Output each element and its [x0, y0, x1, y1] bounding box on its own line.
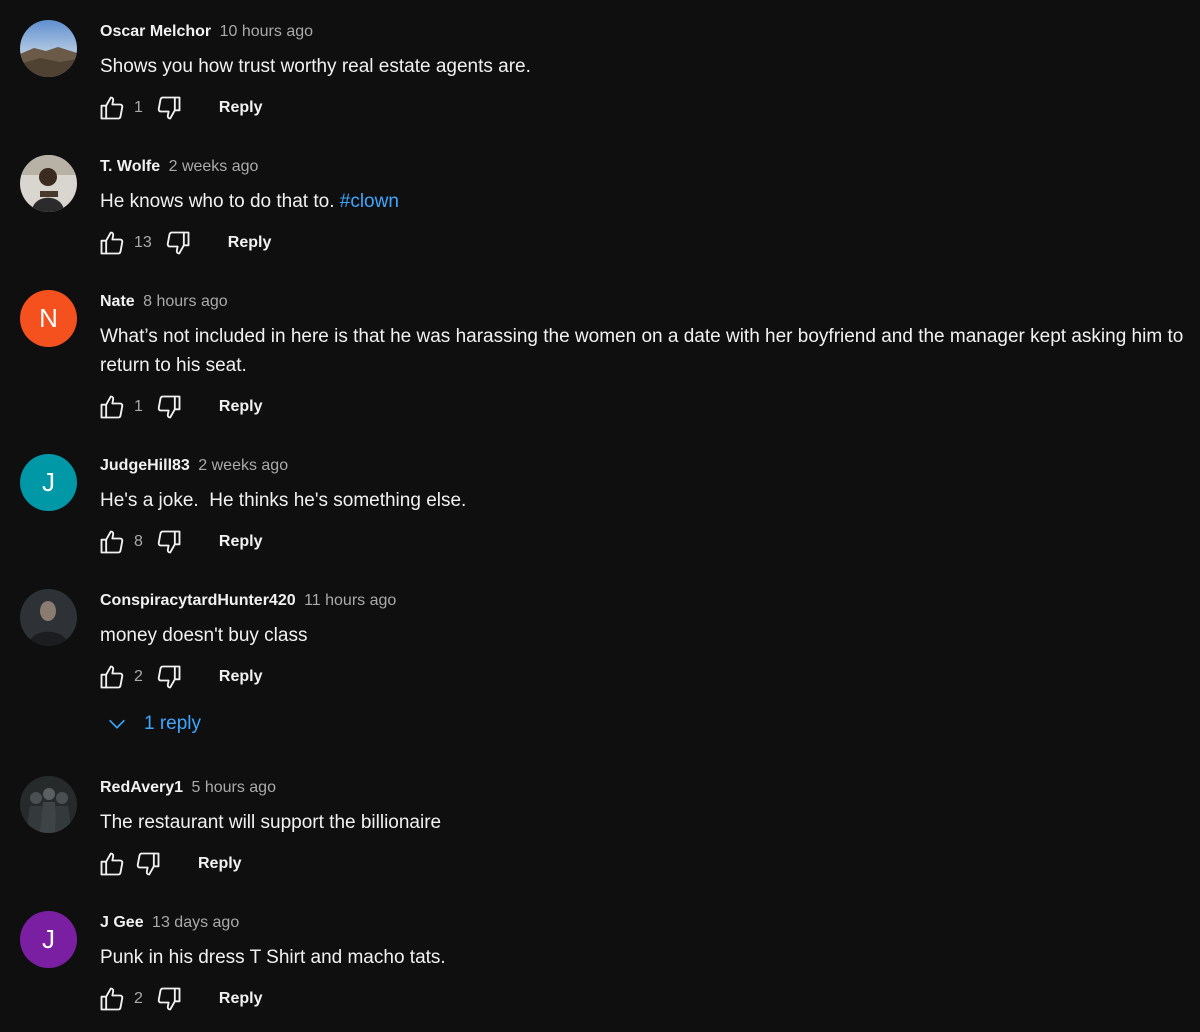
dislike-button[interactable] — [155, 985, 183, 1013]
dislike-button[interactable] — [155, 393, 183, 421]
replies-count: 1 reply — [144, 713, 202, 734]
comment-time[interactable]: 2 weeks ago — [198, 457, 288, 474]
person-photo-avatar-icon — [20, 589, 77, 646]
comment-author[interactable]: Oscar Melchor — [100, 23, 211, 40]
comment-text-body: He knows who to do that to. — [100, 191, 335, 212]
group-photo-avatar-icon — [20, 776, 77, 833]
comment-time[interactable]: 2 weeks ago — [169, 158, 259, 175]
like-count: 13 — [134, 234, 152, 251]
comment-text: Shows you how trust worthy real estate a… — [100, 56, 531, 77]
like-count: 8 — [134, 533, 143, 550]
avatar[interactable] — [20, 155, 77, 212]
like-button[interactable] — [98, 663, 126, 691]
avatar-letter: J — [42, 467, 55, 497]
avatar[interactable]: N — [20, 290, 77, 347]
dislike-button[interactable] — [155, 663, 183, 691]
like-button[interactable] — [98, 850, 126, 878]
comment-time[interactable]: 8 hours ago — [143, 293, 228, 310]
avatar[interactable] — [20, 589, 77, 646]
avatar[interactable]: J — [20, 911, 77, 968]
avatar[interactable] — [20, 776, 77, 833]
comment-text: money doesn't buy class — [100, 625, 308, 646]
comment-text: What’s not included in here is that he w… — [100, 326, 1184, 376]
reply-button[interactable]: Reply — [198, 855, 242, 873]
like-button[interactable] — [98, 229, 126, 257]
thumbs-up-icon — [100, 852, 124, 876]
thumbs-up-icon — [100, 231, 124, 255]
thumbs-down-icon — [157, 530, 181, 554]
avatar-letter: N — [39, 303, 58, 333]
comment-time[interactable]: 10 hours ago — [220, 23, 313, 40]
comment-author[interactable]: ConspiracytardHunter420 — [100, 592, 296, 609]
dislike-button[interactable] — [155, 528, 183, 556]
comment-author[interactable]: JudgeHill83 — [100, 457, 190, 474]
comment-text: The restaurant will support the billiona… — [100, 812, 442, 833]
like-count: 1 — [134, 398, 143, 415]
like-count: 1 — [134, 99, 143, 116]
reply-button[interactable]: Reply — [219, 533, 263, 551]
like-button[interactable] — [98, 985, 126, 1013]
comment-text: Punk in his dress T Shirt and macho tats… — [100, 947, 446, 968]
thumbs-up-icon — [100, 665, 124, 689]
reply-button[interactable]: Reply — [219, 668, 263, 686]
thumbs-down-icon — [136, 852, 160, 876]
hashtag-link[interactable]: #clown — [340, 191, 399, 212]
thumbs-down-icon — [157, 665, 181, 689]
chevron-down-icon — [109, 719, 125, 729]
thumbs-up-icon — [100, 96, 124, 120]
like-button[interactable] — [98, 528, 126, 556]
landscape-photo-avatar-icon — [20, 20, 77, 77]
view-replies-button[interactable]: 1 reply — [106, 713, 201, 735]
person-photo-avatar-icon — [20, 155, 77, 212]
avatar-letter: J — [42, 924, 55, 954]
like-button[interactable] — [98, 94, 126, 122]
comment-author[interactable]: Nate — [100, 293, 135, 310]
dislike-button[interactable] — [134, 850, 162, 878]
comment-author[interactable]: T. Wolfe — [100, 158, 160, 175]
thumbs-up-icon — [100, 987, 124, 1011]
thumbs-down-icon — [157, 987, 181, 1011]
dislike-button[interactable] — [164, 229, 192, 257]
thumbs-up-icon — [100, 530, 124, 554]
thumbs-down-icon — [157, 395, 181, 419]
reply-button[interactable]: Reply — [228, 234, 272, 252]
like-count: 2 — [134, 990, 143, 1007]
comment-text: He's a joke. He thinks he's something el… — [100, 490, 467, 511]
like-button[interactable] — [98, 393, 126, 421]
avatar[interactable]: J — [20, 454, 77, 511]
comment-time[interactable]: 5 hours ago — [191, 779, 276, 796]
comment-author[interactable]: RedAvery1 — [100, 779, 183, 796]
comment-time[interactable]: 13 days ago — [152, 914, 239, 931]
reply-button[interactable]: Reply — [219, 398, 263, 416]
thumbs-down-icon — [166, 231, 190, 255]
like-count: 2 — [134, 668, 143, 685]
reply-button[interactable]: Reply — [219, 990, 263, 1008]
avatar[interactable] — [20, 20, 77, 77]
comment-text: He knows who to do that to. #clown — [100, 187, 1190, 216]
comment-author[interactable]: J Gee — [100, 914, 144, 931]
thumbs-up-icon — [100, 395, 124, 419]
comment-time[interactable]: 11 hours ago — [304, 592, 396, 609]
reply-button[interactable]: Reply — [219, 99, 263, 117]
dislike-button[interactable] — [155, 94, 183, 122]
thumbs-down-icon — [157, 96, 181, 120]
